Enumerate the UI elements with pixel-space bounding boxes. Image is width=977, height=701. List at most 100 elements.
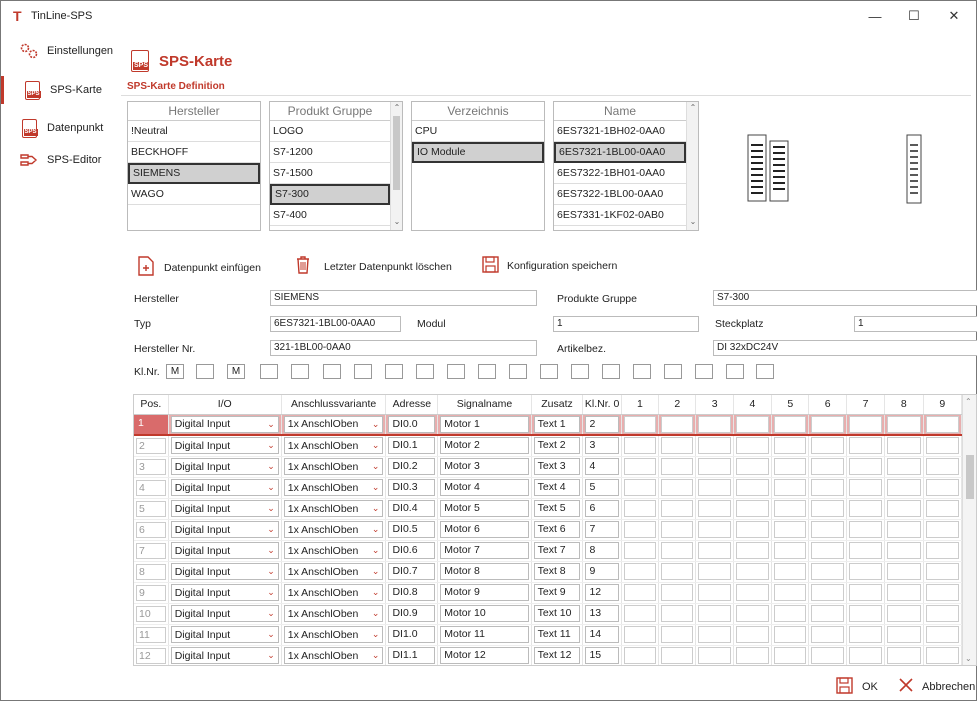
table-row[interactable]: 5 Digital Input ⌄ 1x AnschlOben ⌄ DI0.4 Motor … <box>134 498 963 520</box>
signalname-input[interactable]: Motor 8 <box>440 563 529 580</box>
anschluss-dropdown[interactable]: 1x AnschlOben ⌄ <box>283 542 384 559</box>
signalname-input[interactable]: Motor 7 <box>440 542 529 559</box>
klnr-2-input[interactable] <box>661 542 694 559</box>
klnr-input[interactable] <box>602 364 620 379</box>
klnr-8-input[interactable] <box>887 521 921 538</box>
list-item[interactable]: 6ES7321-1BH02-0AA0 <box>554 121 686 142</box>
klnr-8-input[interactable] <box>887 437 921 455</box>
klnr-6-input[interactable] <box>811 542 844 559</box>
adresse-input[interactable]: DI0.1 <box>388 437 436 455</box>
klnr-3-input[interactable] <box>698 605 731 622</box>
zusatz-input[interactable]: Text 1 <box>533 415 581 433</box>
grid-column-header[interactable]: 6 <box>808 395 847 415</box>
klnr-7-input[interactable] <box>848 563 883 580</box>
klnr-input[interactable] <box>664 364 682 379</box>
klnr-8-input[interactable] <box>887 458 921 475</box>
io-dropdown[interactable]: Digital Input ⌄ <box>170 563 279 580</box>
anschluss-dropdown[interactable]: 1x AnschlOben ⌄ <box>283 415 384 433</box>
klnr-3-input[interactable] <box>698 521 731 538</box>
sidebar-item-sps-karte[interactable]: SPS SPS-Karte <box>1 76 121 104</box>
anschluss-dropdown[interactable]: 1x AnschlOben ⌄ <box>283 647 384 664</box>
klnr-5-input[interactable] <box>774 563 807 580</box>
signalname-input[interactable]: Motor 5 <box>440 500 529 517</box>
io-dropdown[interactable]: Digital Input ⌄ <box>170 647 279 664</box>
klnr-5-input[interactable] <box>774 500 807 517</box>
klnr-1-input[interactable] <box>623 521 657 538</box>
io-dropdown[interactable]: Digital Input ⌄ <box>170 500 279 517</box>
klnr-0-input[interactable]: 8 <box>585 542 619 559</box>
signalname-input[interactable]: Motor 10 <box>440 605 529 622</box>
table-row[interactable]: 10 Digital Input ⌄ 1x AnschlOben ⌄ DI0.9 Motor… <box>134 603 963 625</box>
table-row[interactable]: 2 Digital Input ⌄ 1x AnschlOben ⌄ DI0.1 Motor … <box>134 435 963 457</box>
zusatz-input[interactable]: Text 3 <box>533 458 581 475</box>
adresse-input[interactable]: DI1.0 <box>388 626 436 643</box>
klnr-5-input[interactable] <box>774 415 807 433</box>
adresse-input[interactable]: DI0.7 <box>388 563 436 580</box>
grid-column-header[interactable]: Pos. <box>134 395 169 415</box>
klnr-3-input[interactable] <box>698 458 731 475</box>
klnr-1-input[interactable] <box>623 542 657 559</box>
klnr-3-input[interactable] <box>698 563 731 580</box>
klnr-7-input[interactable] <box>848 584 883 601</box>
klnr-9-input[interactable] <box>925 458 959 475</box>
grid-column-header[interactable]: Anschlussvariante <box>281 395 387 415</box>
klnr-5-input[interactable] <box>774 542 807 559</box>
adresse-input[interactable]: DI0.0 <box>388 415 436 433</box>
klnr-6-input[interactable] <box>811 437 844 455</box>
klnr-7-input[interactable] <box>848 479 883 496</box>
klnr-6-input[interactable] <box>811 458 844 475</box>
klnr-1-input[interactable] <box>623 584 657 601</box>
klnr-input[interactable] <box>196 364 214 379</box>
klnr-input[interactable] <box>509 364 527 379</box>
signalname-input[interactable]: Motor 4 <box>440 479 529 496</box>
klnr-9-input[interactable] <box>925 647 959 664</box>
list-item[interactable]: !Neutral <box>128 121 260 142</box>
list-item[interactable]: S7-1500 <box>270 163 390 184</box>
klnr-4-input[interactable] <box>735 500 770 517</box>
list-item[interactable]: LOGO <box>270 121 390 142</box>
klnr-7-input[interactable] <box>848 605 883 622</box>
hersteller-nr-field[interactable]: 321-1BL00-0AA0 <box>270 340 537 356</box>
klnr-7-input[interactable] <box>848 521 883 538</box>
klnr-2-input[interactable] <box>661 626 694 643</box>
artikelbez-field[interactable]: DI 32xDC24V <box>713 340 977 356</box>
klnr-0-input[interactable]: 14 <box>585 626 619 643</box>
klnr-4-input[interactable] <box>735 542 770 559</box>
adresse-input[interactable]: DI0.4 <box>388 500 436 517</box>
maximize-button[interactable]: ☐ <box>896 1 932 31</box>
save-configuration-button[interactable]: Konfiguration speichern <box>482 256 617 276</box>
grid-scrollbar[interactable]: ⌃ ⌄ <box>962 395 976 665</box>
klnr-1-input[interactable] <box>623 458 657 475</box>
klnr-6-input[interactable] <box>811 626 844 643</box>
io-dropdown[interactable]: Digital Input ⌄ <box>170 584 279 601</box>
signalname-input[interactable]: Motor 1 <box>440 415 529 433</box>
produkt-gruppe-list[interactable]: Produkt Gruppe LOGO S7-1200 S7-1500 S7-3… <box>269 101 403 231</box>
klnr-input[interactable] <box>354 364 372 379</box>
klnr-0-input[interactable]: 15 <box>585 647 619 664</box>
klnr-6-input[interactable] <box>811 521 844 538</box>
klnr-4-input[interactable] <box>735 415 770 433</box>
klnr-4-input[interactable] <box>735 458 770 475</box>
klnr-input[interactable] <box>571 364 589 379</box>
klnr-input[interactable] <box>416 364 434 379</box>
typ-field[interactable]: 6ES7321-1BL00-0AA0 <box>270 316 401 332</box>
table-row[interactable]: 11 Digital Input ⌄ 1x AnschlOben ⌄ DI1.0 Motor… <box>134 624 963 646</box>
klnr-9-input[interactable] <box>925 415 959 433</box>
klnr-7-input[interactable] <box>848 458 883 475</box>
klnr-5-input[interactable] <box>774 626 807 643</box>
delete-datapoint-button[interactable]: Letzter Datenpunkt löschen <box>296 256 452 277</box>
name-list[interactable]: Name 6ES7321-1BH02-0AA0 6ES7321-1BL00-0A… <box>553 101 699 231</box>
klnr-3-input[interactable] <box>698 437 731 455</box>
zusatz-input[interactable]: Text 5 <box>533 500 581 517</box>
klnr-9-input[interactable] <box>925 500 959 517</box>
klnr-3-input[interactable] <box>698 584 731 601</box>
klnr-6-input[interactable] <box>811 479 844 496</box>
klnr-1-input[interactable] <box>623 479 657 496</box>
zusatz-input[interactable]: Text 6 <box>533 521 581 538</box>
close-button[interactable]: ✕ <box>936 1 972 31</box>
zusatz-input[interactable]: Text 2 <box>533 437 581 455</box>
klnr-3-input[interactable] <box>698 500 731 517</box>
table-row[interactable]: 8 Digital Input ⌄ 1x AnschlOben ⌄ DI0.7 Motor … <box>134 561 963 583</box>
signalname-input[interactable]: Motor 6 <box>440 521 529 538</box>
klnr-4-input[interactable] <box>735 479 770 496</box>
